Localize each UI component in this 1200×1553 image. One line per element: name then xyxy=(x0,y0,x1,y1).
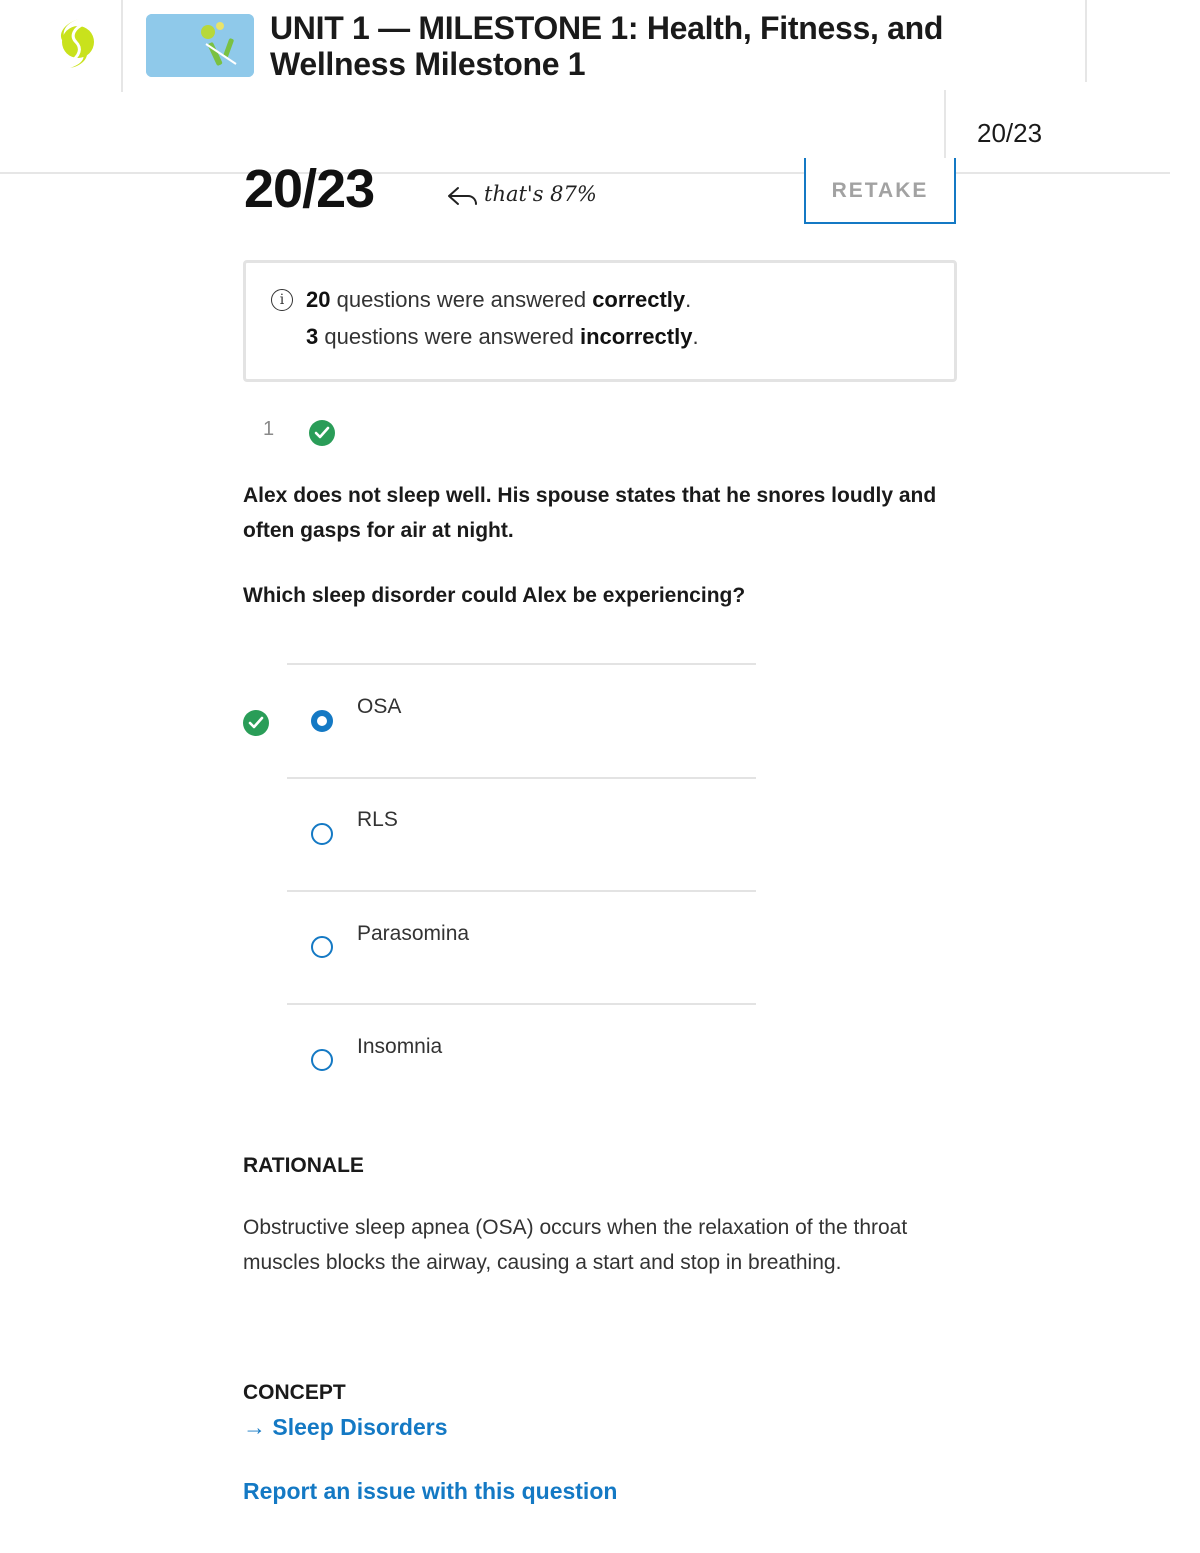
rationale-heading: RATIONALE xyxy=(243,1154,364,1177)
option-radio-parasomina[interactable] xyxy=(311,936,333,958)
option-radio-osa[interactable] xyxy=(311,710,333,732)
option-divider xyxy=(287,1003,756,1005)
report-issue-link[interactable]: Report an issue with this question xyxy=(243,1478,617,1505)
header-bottom-border xyxy=(0,172,1170,174)
answer-correct-check-icon xyxy=(243,710,269,736)
option-radio-rls[interactable] xyxy=(311,823,333,845)
arrow-right-icon: → xyxy=(243,1414,266,1440)
option-label-osa[interactable]: OSA xyxy=(357,695,401,719)
header-divider-left xyxy=(121,0,123,92)
summary-correct-line: 20 questions were answered correctly. xyxy=(306,287,692,312)
results-summary: i 20 questions were answered correctly. … xyxy=(243,260,957,382)
option-divider xyxy=(287,663,756,665)
question-number: 1 xyxy=(263,418,275,440)
option-label-rls[interactable]: RLS xyxy=(357,808,398,832)
question-correct-check-icon xyxy=(309,420,335,446)
retake-button[interactable]: RETAKE xyxy=(804,158,956,224)
return-arrow-icon xyxy=(448,186,477,205)
summary-incorrect-line: 3 questions were answered incorrectly. xyxy=(306,324,699,349)
question-prompt: Which sleep disorder could Alex be exper… xyxy=(243,584,746,607)
question-stem: Alex does not sleep well. His spouse sta… xyxy=(243,484,937,542)
info-icon: i xyxy=(271,289,293,311)
header-divider-right xyxy=(1085,0,1087,82)
option-divider xyxy=(287,777,756,779)
concept-link[interactable]: → Sleep Disorders xyxy=(243,1414,448,1441)
page-title: UNIT 1 — MILESTONE 1: Health, Fitness, a… xyxy=(270,10,944,82)
option-label-parasomina[interactable]: Parasomina xyxy=(357,922,469,946)
percent-note: that's 87% xyxy=(446,182,597,208)
concept-link-label[interactable]: Sleep Disorders xyxy=(272,1414,447,1440)
course-thumbnail xyxy=(146,14,254,77)
percent-text: that's 87% xyxy=(484,182,597,206)
option-divider xyxy=(287,890,756,892)
score-display: 20/23 xyxy=(244,159,375,219)
option-label-insomnia[interactable]: Insomnia xyxy=(357,1035,442,1059)
rationale-text: Obstructive sleep apnea (OSA) occurs whe… xyxy=(243,1216,908,1274)
option-radio-insomnia[interactable] xyxy=(311,1049,333,1071)
sophia-logo-icon[interactable] xyxy=(52,14,100,70)
header-score: 20/23 xyxy=(977,118,1043,148)
concept-heading: CONCEPT xyxy=(243,1381,346,1404)
